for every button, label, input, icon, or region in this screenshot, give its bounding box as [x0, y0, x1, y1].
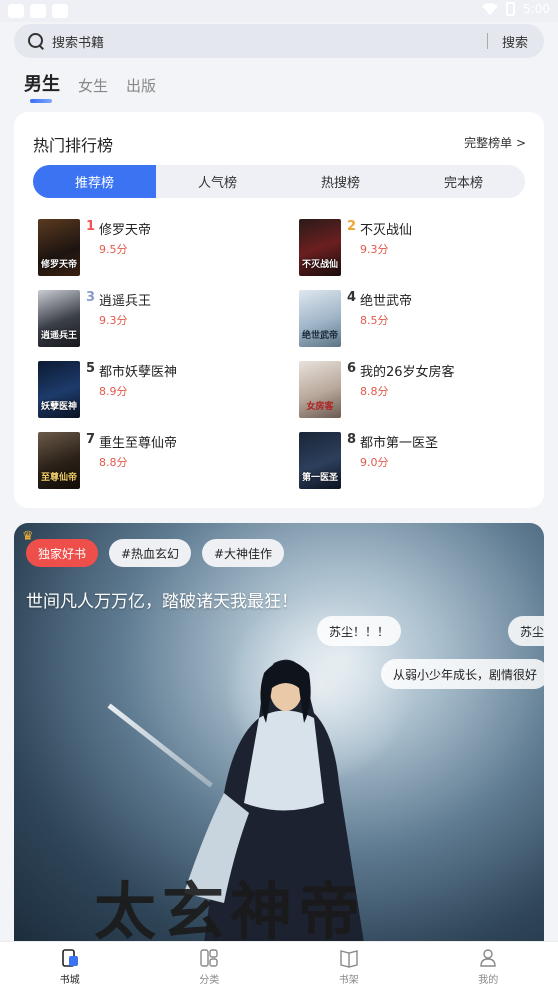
rank-number: 4 [347, 290, 357, 305]
banner-logo: 太玄神帝 [94, 875, 367, 943]
tab-completed[interactable]: 完本榜 [402, 165, 525, 198]
genre-tag[interactable]: #热血玄幻 [109, 539, 192, 567]
nav-profile[interactable]: 我的 [419, 942, 558, 992]
book-cover[interactable]: 修罗天帝 [38, 219, 80, 276]
book-title[interactable]: 修罗天帝 [99, 219, 151, 238]
rank-number: 7 [86, 432, 96, 447]
book-item[interactable]: 至尊仙帝 7 重生至尊仙帝 8.8分 [38, 432, 278, 490]
nav-bookshelf[interactable]: 书架 [279, 942, 419, 992]
search-icon [28, 33, 44, 49]
status-bar: 5:00 [0, 0, 558, 22]
book-item[interactable]: 修罗天帝 1 修罗天帝 9.5分 [38, 219, 278, 277]
rank-number: 6 [347, 361, 357, 376]
book-item[interactable]: 妖孽医神 5 都市妖孽医神 8.9分 [38, 361, 278, 419]
ranking-tabs: 推荐榜 人气榜 热搜榜 完本榜 [33, 165, 525, 198]
tab-popular[interactable]: 人气榜 [156, 165, 279, 198]
search-button[interactable]: 搜索 [502, 32, 528, 51]
bookstore-icon [61, 949, 78, 967]
profile-icon [480, 949, 496, 967]
battery-icon [506, 2, 516, 16]
tab-female[interactable]: 女生 [78, 75, 108, 96]
book-score: 8.5分 [360, 314, 389, 327]
tab-hot-search[interactable]: 热搜榜 [279, 165, 402, 198]
ranking-card: 热门排行榜 完整榜单 > 推荐榜 人气榜 热搜榜 完本榜 修罗天帝 1 修罗天帝… [14, 112, 544, 508]
search-bar[interactable]: 搜索书籍 搜索 [14, 24, 544, 58]
status-right: 5:00 [482, 2, 550, 16]
tab-recommend[interactable]: 推荐榜 [33, 165, 156, 198]
book-score: 8.9分 [99, 385, 128, 398]
ranking-title: 热门排行榜 [33, 136, 114, 155]
bookshelf-icon [340, 950, 358, 968]
rank-number: 8 [347, 432, 357, 447]
book-title[interactable]: 绝世武帝 [360, 290, 412, 309]
rank-number: 1 [86, 219, 96, 234]
notification-icon [8, 4, 24, 18]
comment-bubble: 苏尘 [508, 616, 544, 646]
book-cover[interactable]: 不灭战仙 [299, 219, 341, 276]
search-input[interactable]: 搜索书籍 [52, 32, 487, 51]
book-cover[interactable]: 绝世武帝 [299, 290, 341, 347]
nav-bookstore[interactable]: 书城 [0, 942, 140, 992]
book-title[interactable]: 逍遥兵王 [99, 290, 151, 309]
rank-number: 3 [86, 290, 96, 305]
rank-number: 2 [347, 219, 357, 234]
book-title[interactable]: 都市第一医圣 [360, 432, 438, 451]
book-score: 8.8分 [99, 456, 128, 469]
comment-bubble: 苏尘！！！ [317, 616, 402, 646]
book-item[interactable]: 逍遥兵王 3 逍遥兵王 9.3分 [38, 290, 278, 348]
active-tab-indicator [30, 99, 52, 103]
book-score: 9.3分 [99, 314, 128, 327]
rank-number: 5 [86, 361, 96, 376]
book-title[interactable]: 都市妖孽医神 [99, 361, 177, 380]
bottom-nav: 书城 分类 书架 我的 [0, 941, 558, 992]
book-score: 9.5分 [99, 243, 128, 256]
book-score: 9.0分 [360, 456, 389, 469]
category-icon [200, 949, 218, 967]
banner-slogan: 世间凡人万万亿，踏破诸天我最狂！ [26, 592, 298, 612]
full-ranking-link[interactable]: 完整榜单 > [464, 134, 526, 151]
genre-tag[interactable]: #大神佳作 [202, 539, 285, 567]
clock: 5:00 [523, 2, 550, 16]
channel-tabs: 男生 女生 出版 [24, 70, 156, 96]
book-item[interactable]: 女房客 6 我的26岁女房客 8.8分 [299, 361, 539, 419]
featured-book-banner[interactable]: 太玄神帝 ♛ 独家好书 #热血玄幻 #大神佳作 世间凡人万万亿，踏破诸天我最狂！… [14, 523, 544, 943]
exclusive-tag: 独家好书 [26, 539, 99, 567]
book-cover[interactable]: 至尊仙帝 [38, 432, 80, 489]
book-item[interactable]: 绝世武帝 4 绝世武帝 8.5分 [299, 290, 539, 348]
notification-icons [8, 4, 68, 18]
book-cover[interactable]: 女房客 [299, 361, 341, 418]
book-cover[interactable]: 第一医圣 [299, 432, 341, 489]
notification-icon [52, 4, 68, 18]
tab-publish[interactable]: 出版 [126, 75, 156, 96]
book-item[interactable]: 不灭战仙 2 不灭战仙 9.3分 [299, 219, 539, 277]
comment-bubble: 从弱小少年成长，剧情很好 [381, 659, 544, 689]
notification-icon [30, 4, 46, 18]
book-score: 8.8分 [360, 385, 389, 398]
book-cover[interactable]: 逍遥兵王 [38, 290, 80, 347]
tab-male[interactable]: 男生 [24, 70, 60, 96]
book-title[interactable]: 我的26岁女房客 [360, 361, 455, 380]
divider [486, 33, 488, 49]
book-title[interactable]: 不灭战仙 [360, 219, 412, 238]
book-cover[interactable]: 妖孽医神 [38, 361, 80, 418]
book-title[interactable]: 重生至尊仙帝 [99, 432, 177, 451]
wifi-icon [482, 3, 499, 15]
book-score: 9.3分 [360, 243, 389, 256]
nav-category[interactable]: 分类 [140, 942, 280, 992]
book-item[interactable]: 第一医圣 8 都市第一医圣 9.0分 [299, 432, 539, 490]
